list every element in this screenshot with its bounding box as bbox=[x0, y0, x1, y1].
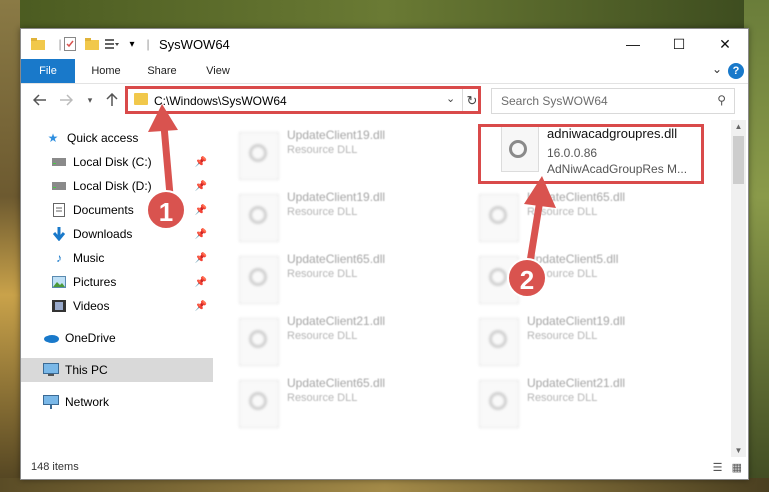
annotation-arrows bbox=[148, 104, 556, 263]
annotation-badge-1: 1 bbox=[146, 190, 186, 230]
annotation-badge-2: 2 bbox=[507, 258, 547, 298]
